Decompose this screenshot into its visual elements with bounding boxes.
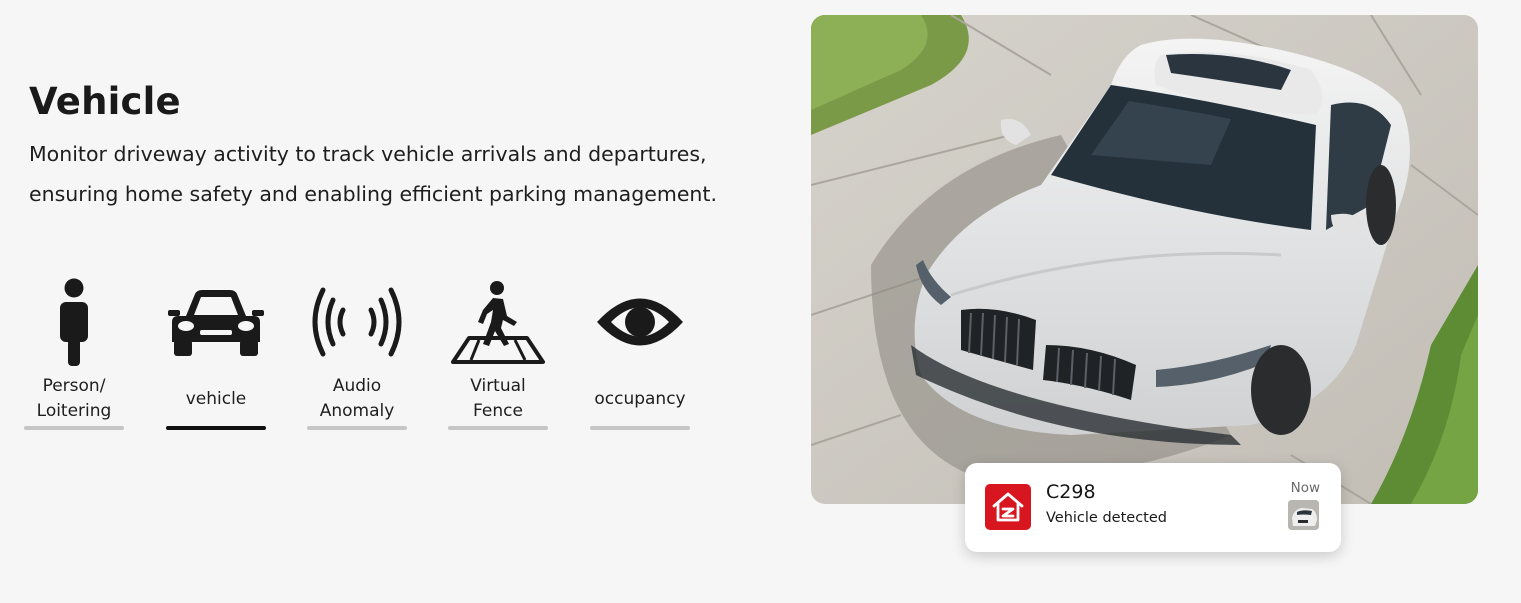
driveway-car-photo — [811, 15, 1478, 504]
notification-card[interactable]: C298 Vehicle detected Now — [965, 463, 1341, 552]
tab-underline — [590, 426, 690, 430]
audio-waves-icon — [307, 274, 407, 370]
eye-icon — [590, 274, 690, 370]
section-title: Vehicle — [29, 80, 181, 123]
home-app-icon — [985, 484, 1031, 530]
notification-title: C298 — [1046, 481, 1096, 503]
pedestrian-crossing-icon — [448, 274, 548, 370]
tab-person-loitering[interactable]: Person/ Loitering — [24, 270, 124, 432]
notification-time: Now — [1290, 480, 1320, 496]
tab-underline — [307, 426, 407, 430]
tab-label: Audio Anomaly — [319, 376, 395, 421]
car-icon — [166, 274, 266, 370]
tab-label: vehicle — [185, 388, 247, 409]
section-description: Monitor driveway activity to track vehic… — [29, 142, 717, 206]
tab-label: Person/ Loitering — [36, 376, 112, 421]
detection-tabs: Person/ Loitering vehicle Audio Anomaly … — [24, 270, 724, 440]
tab-audio-anomaly[interactable]: Audio Anomaly — [307, 270, 407, 432]
tab-virtual-fence[interactable]: Virtual Fence — [448, 270, 548, 432]
tab-label: occupancy — [594, 388, 686, 409]
car-thumbnail — [1288, 500, 1319, 530]
tab-vehicle[interactable]: vehicle — [166, 270, 266, 432]
tab-underline-active — [166, 426, 266, 430]
tab-underline — [448, 426, 548, 430]
tab-label: Virtual Fence — [470, 376, 526, 421]
notification-message: Vehicle detected — [1046, 510, 1167, 526]
tab-occupancy[interactable]: occupancy — [590, 270, 690, 432]
person-icon — [24, 274, 124, 370]
tab-underline — [24, 426, 124, 430]
